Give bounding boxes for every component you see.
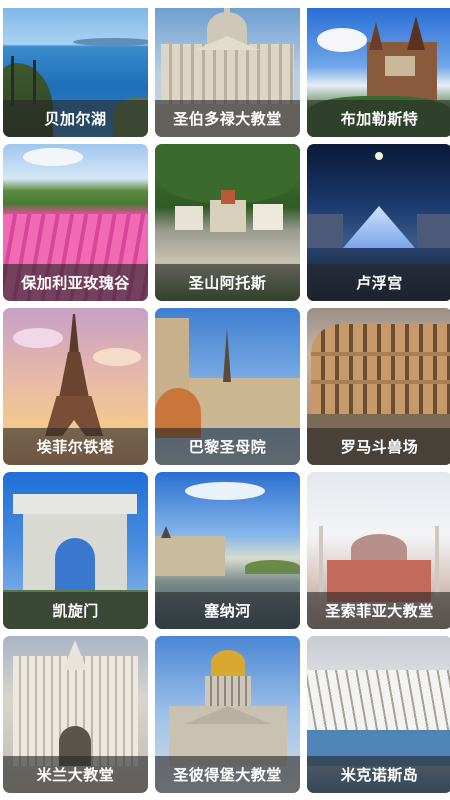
destination-name: 贝加尔湖 <box>3 100 148 137</box>
destination-name: 卢浮宫 <box>307 264 450 301</box>
destination-card-notre-dame[interactable]: 巴黎圣母院 <box>155 308 300 465</box>
destination-card-milan-cathedral[interactable]: 米兰大教堂 <box>3 636 148 793</box>
destination-card-st-peters[interactable]: 圣伯多禄大教堂 <box>155 8 300 137</box>
destination-card-louvre[interactable]: 卢浮宫 <box>307 144 450 301</box>
destination-name: 圣伯多禄大教堂 <box>155 100 300 137</box>
destination-name: 圣彼得堡大教堂 <box>155 756 300 793</box>
destination-card-rose-valley[interactable]: 保加利亚玫瑰谷 <box>3 144 148 301</box>
destination-card-triumphal-arch[interactable]: 凯旋门 <box>3 472 148 629</box>
destination-name: 布加勒斯特 <box>307 100 450 137</box>
destination-name: 圣索菲亚大教堂 <box>307 592 450 629</box>
destination-card-eiffel[interactable]: 埃菲尔铁塔 <box>3 308 148 465</box>
destination-name: 罗马斗兽场 <box>307 428 450 465</box>
destination-name: 埃菲尔铁塔 <box>3 428 148 465</box>
destination-card-mount-athos[interactable]: 圣山阿托斯 <box>155 144 300 301</box>
destination-name: 圣山阿托斯 <box>155 264 300 301</box>
destination-name: 塞纳河 <box>155 592 300 629</box>
destination-grid: 贝加尔湖 圣伯多禄大教堂 布加勒斯特 保加利亚玫瑰谷 圣山阿托斯 卢浮宫 埃菲尔… <box>0 0 450 800</box>
destination-card-mykonos[interactable]: 米克诺斯岛 <box>307 636 450 793</box>
destination-name: 巴黎圣母院 <box>155 428 300 465</box>
destination-card-bucharest[interactable]: 布加勒斯特 <box>307 8 450 137</box>
destination-card-seine[interactable]: 塞纳河 <box>155 472 300 629</box>
destination-name: 保加利亚玫瑰谷 <box>3 264 148 301</box>
destination-card-hagia-sophia[interactable]: 圣索菲亚大教堂 <box>307 472 450 629</box>
destination-name: 凯旋门 <box>3 592 148 629</box>
destination-card-st-isaacs[interactable]: 圣彼得堡大教堂 <box>155 636 300 793</box>
destination-card-colosseum[interactable]: 罗马斗兽场 <box>307 308 450 465</box>
destination-name: 米克诺斯岛 <box>307 756 450 793</box>
destination-card-baikal[interactable]: 贝加尔湖 <box>3 8 148 137</box>
destination-name: 米兰大教堂 <box>3 756 148 793</box>
